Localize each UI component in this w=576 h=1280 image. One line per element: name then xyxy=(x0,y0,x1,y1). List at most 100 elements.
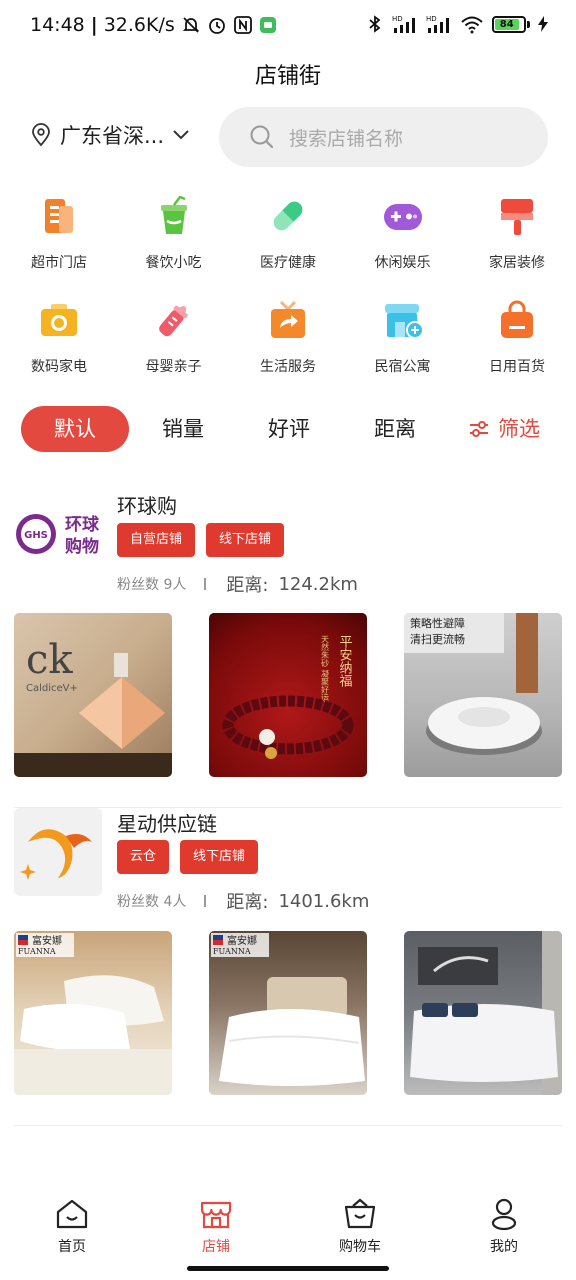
category-medical[interactable]: 医疗健康 xyxy=(231,190,345,294)
baby-bottle-icon xyxy=(152,298,196,342)
category-label: 餐饮小吃 xyxy=(145,255,202,271)
tab-cart[interactable]: 购物车 xyxy=(288,1190,432,1260)
product-image[interactable]: 富安娜 FUANNA xyxy=(14,931,172,1095)
shopping-bag-icon xyxy=(495,298,539,342)
location-pin-icon xyxy=(32,123,50,147)
signal-icon: HD xyxy=(392,15,415,33)
product-brand: 富安娜 xyxy=(32,934,62,947)
category-label: 日用百货 xyxy=(489,359,545,375)
pill-icon xyxy=(266,194,310,238)
category-baby[interactable]: 母婴亲子 xyxy=(117,294,231,398)
shop-fans: 粉丝数 4人 xyxy=(117,894,187,910)
product-brand: 富安娜 xyxy=(227,934,257,947)
shop-card[interactable]: GHS 环球 购物 环球购 自营店铺 线下店铺 粉丝数 9人 距离: 124.2… xyxy=(0,478,576,808)
shop-tags: 自营店铺 线下店铺 xyxy=(117,523,285,557)
filter-button[interactable]: 筛选 xyxy=(468,406,548,452)
wifi-icon xyxy=(461,16,483,34)
signal-icon-2: HD xyxy=(426,15,449,33)
gamepad-icon xyxy=(381,194,425,238)
shop-tags: 云仓 线下店铺 xyxy=(117,840,259,874)
drink-cup-icon xyxy=(152,194,196,238)
charging-icon xyxy=(538,16,548,32)
camera-icon xyxy=(37,298,81,342)
category-supermarket[interactable]: 超市门店 xyxy=(2,190,116,294)
category-label: 母婴亲子 xyxy=(145,359,202,375)
shop-distance-label: 距离: xyxy=(226,892,269,913)
cart-icon xyxy=(342,1196,378,1232)
category-home-decor[interactable]: 家居装修 xyxy=(460,190,574,294)
shop-tag: 云仓 xyxy=(117,840,170,874)
location-selector[interactable]: 广东省深... xyxy=(30,120,190,150)
product-caption: ck xyxy=(26,637,73,683)
shop-card[interactable]: 星动供应链 云仓 线下店铺 粉丝数 4人 距离: 1401.6km 富安娜 FU… xyxy=(0,808,576,1128)
sort-bar: 默认 销量 好评 距离 筛选 xyxy=(0,406,576,452)
shop-logo: GHS 环球 购物 xyxy=(14,492,102,580)
category-label: 超市门店 xyxy=(31,255,87,271)
tab-store[interactable]: 店铺 xyxy=(144,1190,288,1260)
sort-default-button[interactable]: 默认 xyxy=(21,406,129,452)
product-caption: CaldiceV+ xyxy=(26,683,78,694)
product-image[interactable] xyxy=(404,931,562,1095)
category-label: 医疗健康 xyxy=(260,255,316,271)
shop-distance: 124.2km xyxy=(278,573,358,595)
shop-logo-text-2: 购物 xyxy=(65,536,99,557)
status-separator: | xyxy=(90,14,98,36)
shop-divider xyxy=(14,1125,562,1126)
product-caption: 策略性避障 xyxy=(410,616,465,630)
chevron-down-icon xyxy=(173,130,189,140)
page-title: 店铺街 xyxy=(254,64,321,89)
service-box-icon xyxy=(266,298,310,342)
filter-icon xyxy=(470,421,488,437)
product-image[interactable]: 策略性避障 清扫更流畅 xyxy=(404,613,562,777)
paint-roller-icon xyxy=(495,194,539,238)
status-net-speed: 32.6K/s xyxy=(103,14,175,36)
tab-label: 店铺 xyxy=(202,1239,230,1255)
shop-distance-label: 距离: xyxy=(226,575,269,596)
product-brand-en: FUANNA xyxy=(213,947,251,956)
product-image[interactable]: 富安娜 FUANNA xyxy=(209,931,367,1095)
shop-tag: 自营店铺 xyxy=(117,523,196,557)
tab-label: 购物车 xyxy=(339,1239,381,1255)
tab-profile[interactable]: 我的 xyxy=(432,1190,576,1260)
tab-home[interactable]: 首页 xyxy=(0,1190,144,1260)
category-row: 数码家电 母婴亲子 生活服务 民宿公寓 日用百货 xyxy=(0,294,576,398)
bottom-tab-bar: 首页 店铺 购物车 我的 xyxy=(0,1190,576,1260)
category-daily-goods[interactable]: 日用百货 xyxy=(460,294,574,398)
category-label: 生活服务 xyxy=(260,359,316,375)
category-entertainment[interactable]: 休闲娱乐 xyxy=(346,190,460,294)
category-homestay[interactable]: 民宿公寓 xyxy=(346,294,460,398)
store-icon xyxy=(198,1196,234,1232)
bluetooth-icon xyxy=(369,15,381,33)
homestay-icon xyxy=(381,298,425,342)
filter-label: 筛选 xyxy=(498,417,540,441)
product-caption: 平安纳福 xyxy=(337,635,353,687)
product-caption: 清扫更流畅 xyxy=(410,632,465,646)
shop-name: 星动供应链 xyxy=(117,812,217,836)
product-caption: 天然朱砂 凝聚好运 xyxy=(321,635,330,703)
tab-label: 首页 xyxy=(58,1239,86,1255)
shop-distance: 1401.6km xyxy=(278,890,370,912)
product-image[interactable]: ck CaldiceV+ xyxy=(14,613,172,777)
category-food[interactable]: 餐饮小吃 xyxy=(117,190,231,294)
search-icon xyxy=(250,125,274,149)
search-input[interactable]: 搜索店铺名称 xyxy=(219,107,548,167)
svg-text:HD: HD xyxy=(426,15,437,23)
sort-distance-button[interactable]: 距离 xyxy=(360,406,430,452)
product-image[interactable]: 平安纳福 天然朱砂 凝聚好运 xyxy=(209,613,367,777)
shop-fans: 粉丝数 9人 xyxy=(117,577,187,593)
sort-rating-button[interactable]: 好评 xyxy=(254,406,324,452)
battery-icon: 84 xyxy=(492,15,530,33)
category-services[interactable]: 生活服务 xyxy=(231,294,345,398)
category-digital[interactable]: 数码家电 xyxy=(2,294,116,398)
status-time: 14:48 xyxy=(30,14,85,36)
status-bar: 14:48 | 32.6K/s HD HD 84 xyxy=(0,0,576,54)
category-row: 超市门店 餐饮小吃 医疗健康 休闲娱乐 家居装修 xyxy=(0,190,576,294)
shop-logo-badge: GHS xyxy=(24,530,48,541)
shop-logo xyxy=(14,808,102,896)
shop-name: 环球购 xyxy=(117,494,177,518)
shop-tag: 线下店铺 xyxy=(180,840,259,874)
product-brand-en: FUANNA xyxy=(18,947,56,956)
sort-sales-button[interactable]: 销量 xyxy=(148,406,218,452)
status-left: 14:48 | 32.6K/s xyxy=(30,14,277,36)
location-text: 广东省深... xyxy=(60,124,165,148)
